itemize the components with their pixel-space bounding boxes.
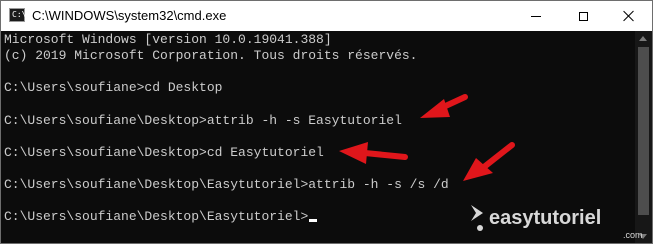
easytutoriel-logo-icon	[471, 205, 483, 231]
console-line-attrib-2: C:\Users\soufiane\Desktop\Easytutoriel>a…	[4, 177, 449, 192]
title-bar[interactable]: C:\ C:\WINDOWS\system32\cmd.exe	[1, 1, 652, 31]
maximize-icon	[578, 11, 588, 21]
scrollbar-thumb[interactable]	[638, 47, 649, 215]
minimize-button[interactable]	[513, 1, 559, 31]
console-prompt: C:\Users\soufiane\Desktop\Easytutoriel>	[4, 209, 309, 224]
console-prompt-line[interactable]: C:\Users\soufiane\Desktop\Easytutoriel>	[4, 209, 318, 225]
minimize-icon	[531, 15, 541, 17]
console-line-cd-easytutoriel: C:\Users\soufiane\Desktop>cd Easytutorie…	[4, 145, 324, 160]
watermark: easytutoriel .com	[471, 205, 643, 240]
console-line-copyright: (c) 2019 Microsoft Corporation. Tous dro…	[4, 48, 418, 63]
close-button[interactable]	[606, 1, 652, 31]
watermark-domain: .com	[623, 230, 643, 240]
console-line-attrib-1: C:\Users\soufiane\Desktop>attrib -h -s E…	[4, 113, 402, 128]
scroll-up-icon[interactable]	[639, 36, 647, 41]
watermark-brand: easytutoriel	[489, 207, 601, 229]
console-line-cd-desktop: C:\Users\soufiane>cd Desktop	[4, 80, 223, 95]
close-icon	[623, 10, 635, 22]
console-line-version: Microsoft Windows [version 10.0.19041.38…	[4, 32, 332, 47]
cmd-icon: C:\	[9, 8, 26, 22]
maximize-button[interactable]	[560, 1, 606, 31]
text-cursor	[309, 219, 318, 222]
window-title: C:\WINDOWS\system32\cmd.exe	[32, 8, 227, 23]
